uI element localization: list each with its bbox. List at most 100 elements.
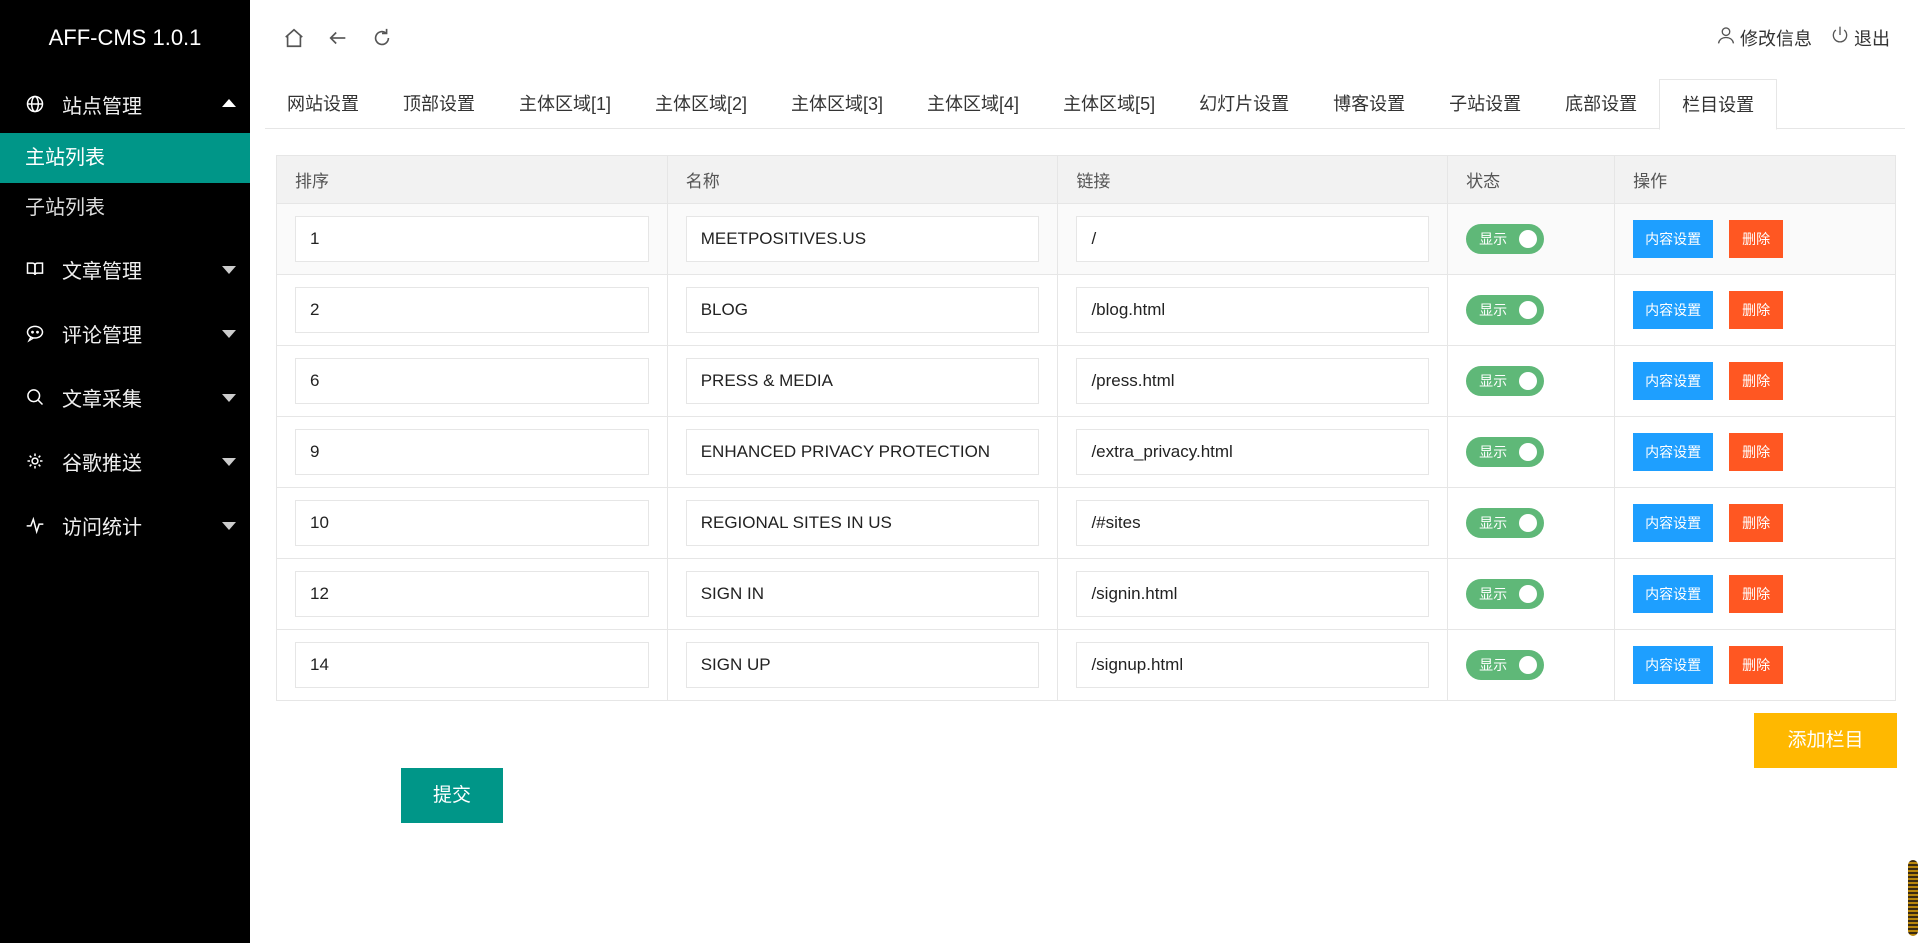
- power-icon: [1830, 25, 1850, 50]
- submit-button[interactable]: 提交: [401, 768, 503, 823]
- table-row: 显示 内容设置删除: [276, 416, 1896, 488]
- delete-button[interactable]: 删除: [1729, 291, 1784, 329]
- table-row: 显示 内容设置删除: [276, 274, 1896, 346]
- order-input[interactable]: [295, 571, 649, 617]
- caret-down-icon: [222, 522, 236, 530]
- status-toggle[interactable]: 显示: [1466, 295, 1545, 325]
- nav-comment-management[interactable]: 评论管理: [0, 301, 250, 365]
- status-toggle[interactable]: 显示: [1466, 224, 1545, 254]
- nav-google-push[interactable]: 谷歌推送: [0, 429, 250, 493]
- delete-button[interactable]: 删除: [1729, 504, 1784, 542]
- search-icon: [25, 387, 45, 407]
- delete-button[interactable]: 删除: [1729, 575, 1784, 613]
- caret-down-icon: [222, 458, 236, 466]
- header-name: 名称: [666, 155, 1059, 204]
- name-input[interactable]: [685, 571, 1040, 617]
- link-input[interactable]: [1076, 358, 1430, 404]
- tab-main-area-4[interactable]: 主体区域[4]: [905, 79, 1041, 129]
- home-icon[interactable]: [283, 27, 305, 49]
- content-settings-button[interactable]: 内容设置: [1633, 504, 1714, 542]
- back-arrow-icon[interactable]: [327, 27, 349, 49]
- name-input[interactable]: [685, 429, 1040, 475]
- logout-label: 退出: [1854, 28, 1890, 49]
- sidebar: AFF-CMS 1.0.1 站点管理 主站列表 子站列表 文章管理 评论管理 文…: [0, 0, 250, 943]
- header-order: 排序: [276, 155, 668, 204]
- link-input[interactable]: [1076, 429, 1430, 475]
- link-input[interactable]: [1076, 500, 1430, 546]
- tab-main-area-1[interactable]: 主体区域[1]: [497, 79, 633, 129]
- user-icon: [1716, 25, 1736, 50]
- status-toggle[interactable]: 显示: [1466, 437, 1545, 467]
- nav-main-site-list[interactable]: 主站列表: [0, 133, 250, 183]
- link-input[interactable]: [1076, 216, 1430, 262]
- tab-footer-settings[interactable]: 底部设置: [1543, 79, 1659, 129]
- tab-column-settings[interactable]: 栏目设置: [1659, 79, 1778, 130]
- delete-button[interactable]: 删除: [1729, 220, 1784, 258]
- nav-article-management[interactable]: 文章管理: [0, 237, 250, 301]
- name-input[interactable]: [685, 500, 1040, 546]
- order-input[interactable]: [295, 358, 649, 404]
- header-status: 状态: [1447, 155, 1616, 204]
- logout-link[interactable]: 退出: [1830, 25, 1890, 51]
- link-input[interactable]: [1076, 287, 1430, 333]
- tab-blog-settings[interactable]: 博客设置: [1311, 79, 1427, 129]
- content-settings-button[interactable]: 内容设置: [1633, 220, 1714, 258]
- order-input[interactable]: [295, 216, 649, 262]
- content-settings-button[interactable]: 内容设置: [1633, 646, 1714, 684]
- order-input[interactable]: [295, 429, 649, 475]
- table-row: 显示 内容设置删除: [276, 203, 1896, 275]
- delete-button[interactable]: 删除: [1729, 433, 1784, 471]
- status-toggle[interactable]: 显示: [1466, 650, 1545, 680]
- nav-sub-site-list[interactable]: 子站列表: [0, 183, 250, 233]
- name-input[interactable]: [685, 287, 1040, 333]
- caret-down-icon: [222, 330, 236, 338]
- header-ops: 操作: [1614, 155, 1896, 204]
- edit-info-link[interactable]: 修改信息: [1716, 25, 1812, 51]
- name-input[interactable]: [685, 642, 1040, 688]
- link-input[interactable]: [1076, 642, 1430, 688]
- table-row: 显示 内容设置删除: [276, 629, 1896, 701]
- status-toggle-label: 显示: [1479, 657, 1508, 673]
- status-toggle-label: 显示: [1479, 586, 1508, 602]
- content-settings-button[interactable]: 内容设置: [1633, 362, 1714, 400]
- chat-icon: [25, 323, 45, 343]
- globe-icon: [25, 94, 45, 114]
- tab-site-settings[interactable]: 网站设置: [265, 79, 381, 129]
- order-input[interactable]: [295, 642, 649, 688]
- table-row: 显示 内容设置删除: [276, 487, 1896, 559]
- order-input[interactable]: [295, 500, 649, 546]
- content-settings-button[interactable]: 内容设置: [1633, 291, 1714, 329]
- nav-article-collect[interactable]: 文章采集: [0, 365, 250, 429]
- scrollbar-handle[interactable]: [1908, 860, 1918, 936]
- nav-visit-stats[interactable]: 访问统计: [0, 493, 250, 557]
- link-input[interactable]: [1076, 571, 1430, 617]
- status-toggle-label: 显示: [1479, 373, 1508, 389]
- status-toggle[interactable]: 显示: [1466, 579, 1545, 609]
- name-input[interactable]: [685, 216, 1040, 262]
- refresh-icon[interactable]: [371, 27, 393, 49]
- nav-site-management[interactable]: 站点管理: [0, 75, 250, 133]
- status-toggle[interactable]: 显示: [1466, 366, 1545, 396]
- toggle-knob: [1519, 443, 1538, 461]
- content-settings-button[interactable]: 内容设置: [1633, 433, 1714, 471]
- tab-subsite-settings[interactable]: 子站设置: [1427, 79, 1543, 129]
- delete-button[interactable]: 删除: [1729, 646, 1784, 684]
- name-input[interactable]: [685, 358, 1040, 404]
- header-user-actions: 修改信息 退出: [1716, 0, 1890, 75]
- tab-slideshow-settings[interactable]: 幻灯片设置: [1177, 79, 1311, 129]
- tab-main-area-3[interactable]: 主体区域[3]: [769, 79, 905, 129]
- tab-main-area-5[interactable]: 主体区域[5]: [1041, 79, 1177, 129]
- table-row: 显示 内容设置删除: [276, 558, 1896, 630]
- tab-main-area-2[interactable]: 主体区域[2]: [633, 79, 769, 129]
- caret-up-icon: [222, 99, 236, 107]
- order-input[interactable]: [295, 287, 649, 333]
- toggle-knob: [1519, 230, 1538, 248]
- book-icon: [25, 259, 45, 279]
- add-column-button[interactable]: 添加栏目: [1754, 713, 1897, 768]
- column-table: 排序 名称 链接 状态 操作 显示 内容设置删除 显示 内容设置删除 显示 内容…: [276, 155, 1896, 701]
- delete-button[interactable]: 删除: [1729, 362, 1784, 400]
- tab-top-settings[interactable]: 顶部设置: [381, 79, 497, 129]
- content-settings-button[interactable]: 内容设置: [1633, 575, 1714, 613]
- status-toggle[interactable]: 显示: [1466, 508, 1545, 538]
- edit-info-label: 修改信息: [1740, 28, 1812, 49]
